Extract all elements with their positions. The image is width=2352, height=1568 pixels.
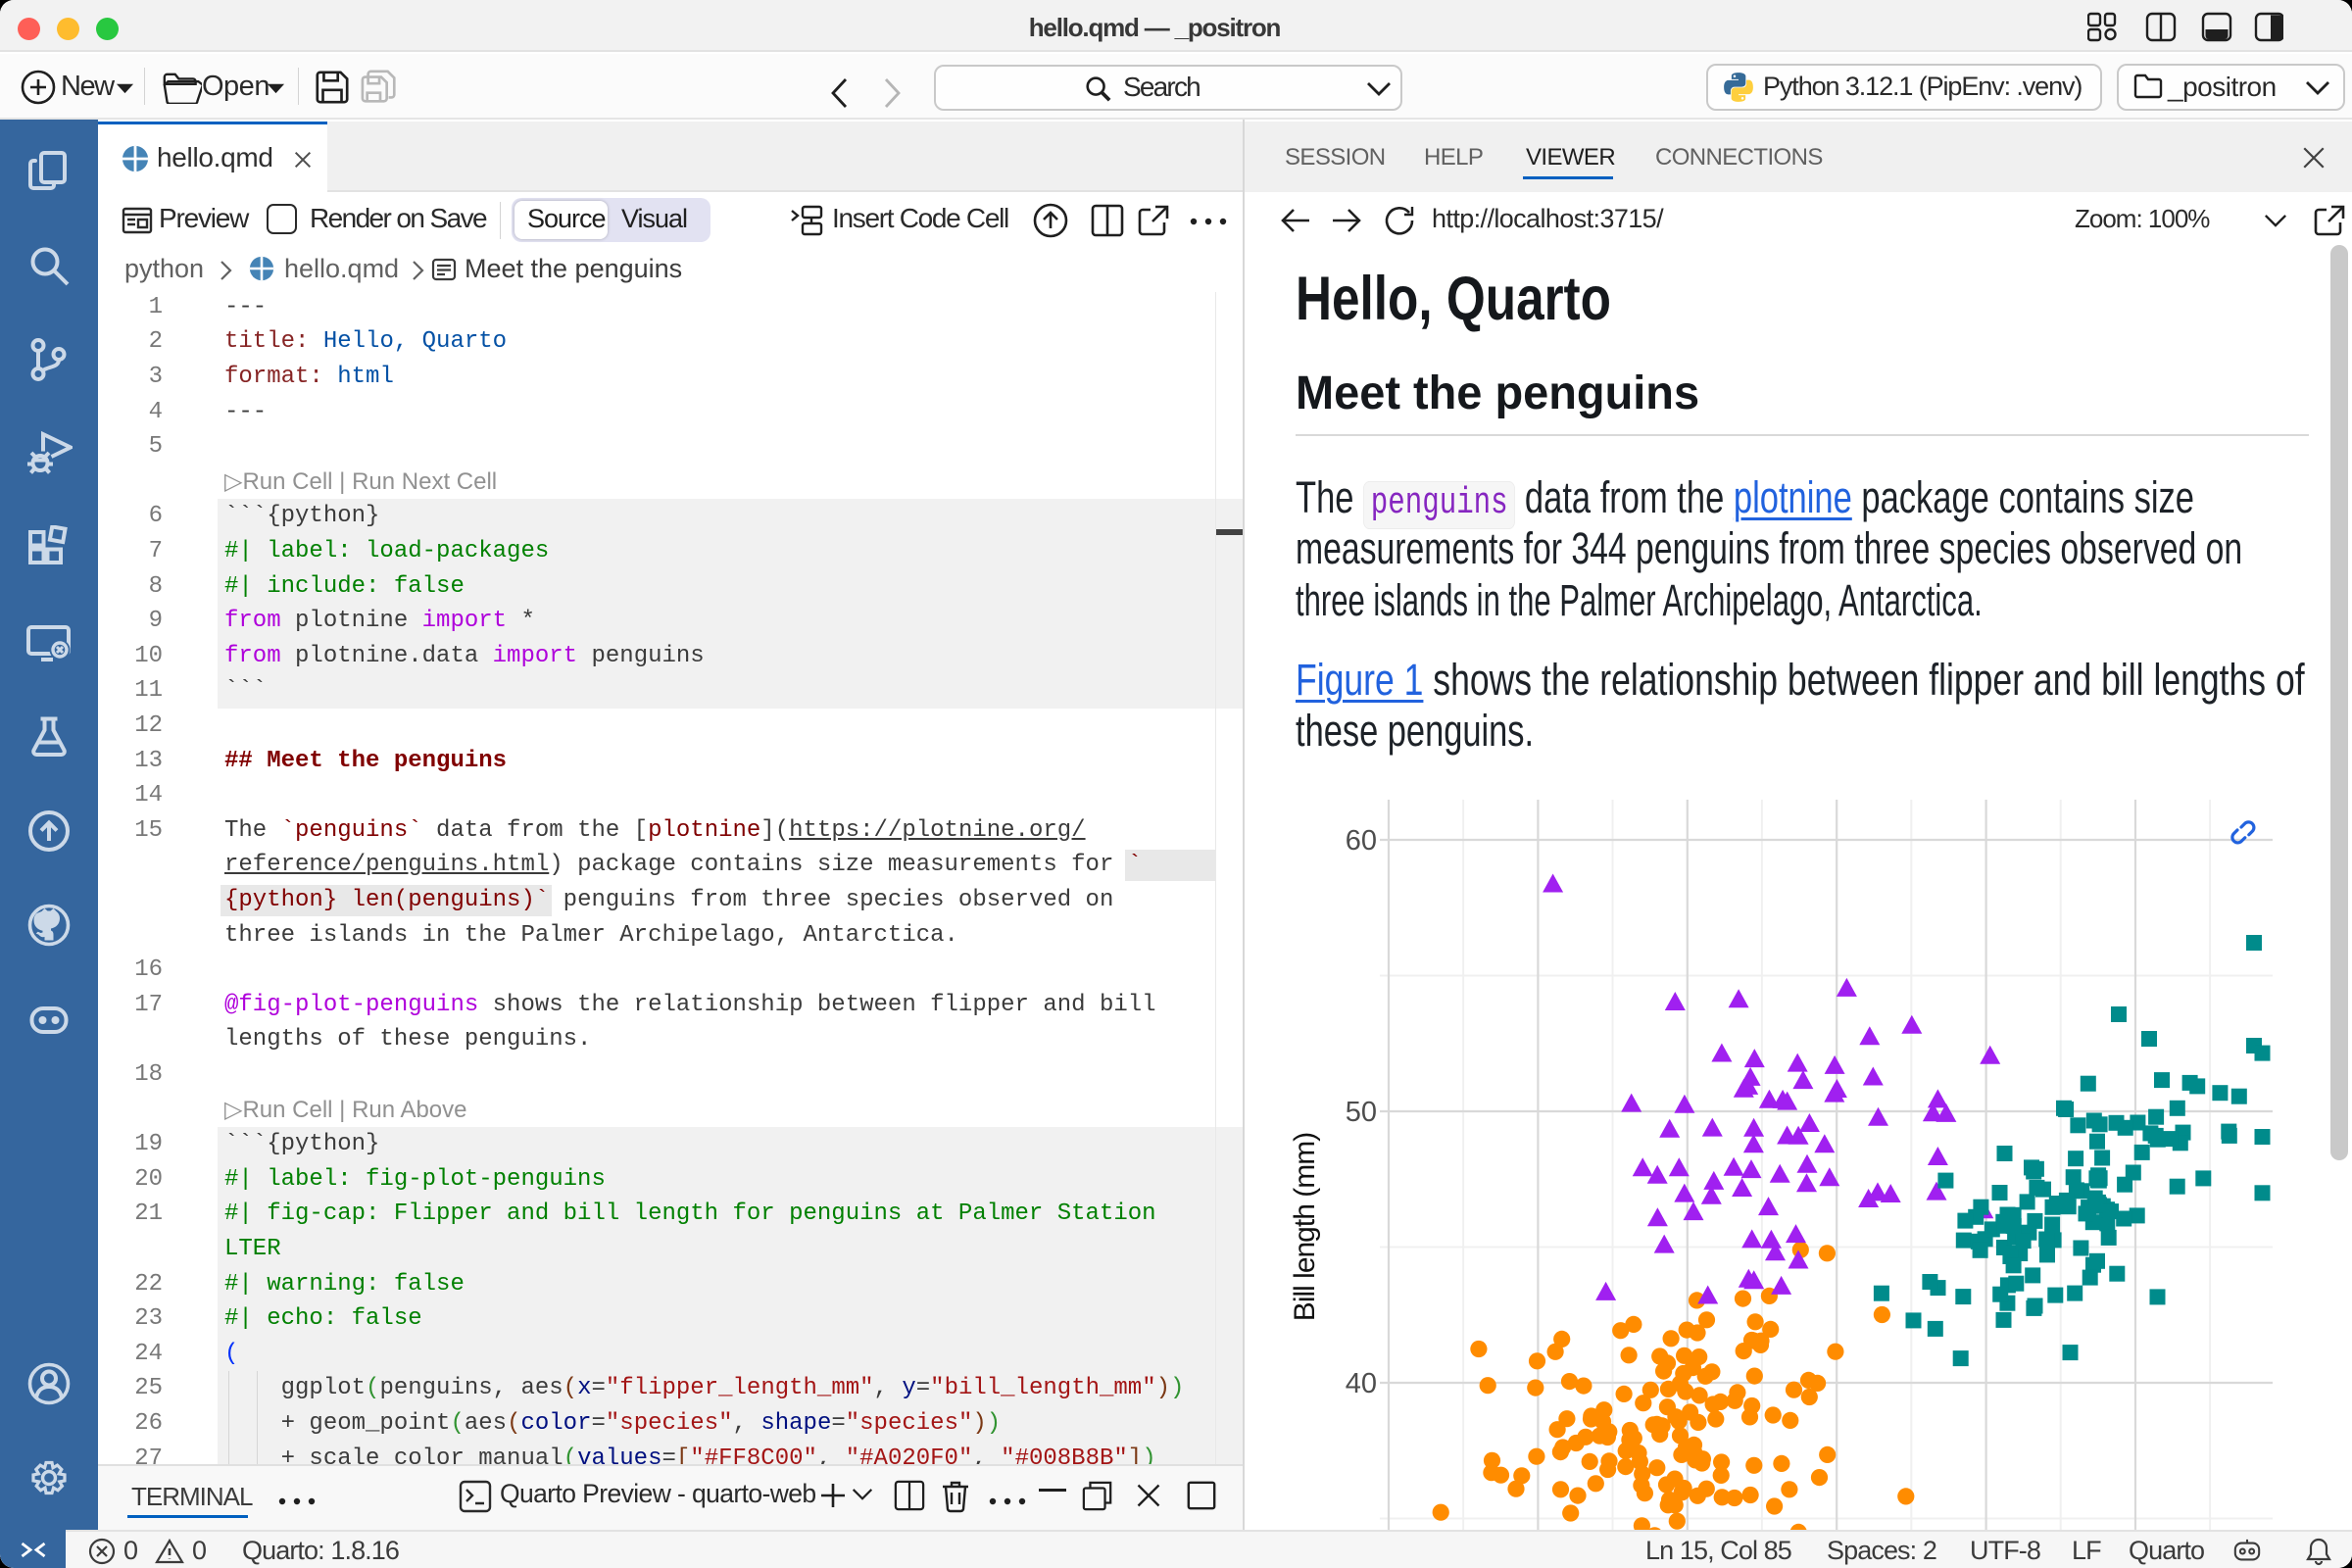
- svg-text:50: 50: [1346, 1097, 1377, 1128]
- svg-text:Bill length (mm): Bill length (mm): [1289, 1133, 1321, 1321]
- svg-text:60: 60: [1346, 825, 1377, 857]
- svg-text:40: 40: [1346, 1368, 1377, 1399]
